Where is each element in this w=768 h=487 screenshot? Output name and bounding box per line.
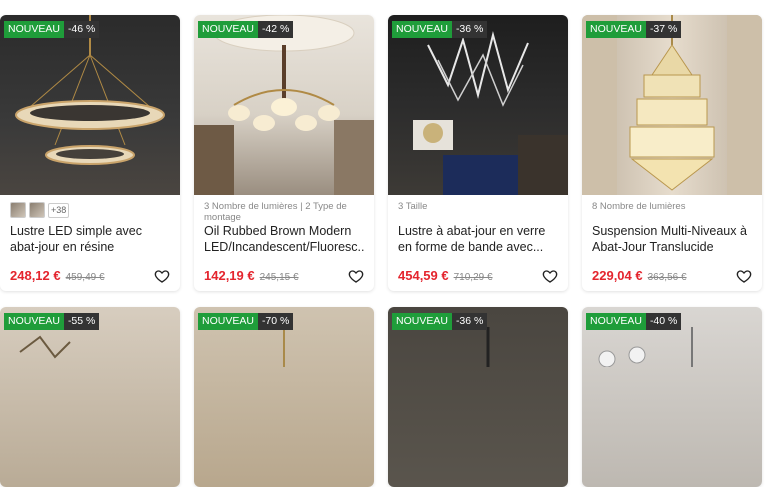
new-badge: NOUVEAU: [198, 21, 258, 38]
original-price: 710,29 €: [453, 272, 493, 283]
product-card[interactable]: NOUVEAU -55 %: [0, 307, 180, 487]
new-badge: NOUVEAU: [586, 313, 646, 330]
badge-group: NOUVEAU -40 %: [586, 313, 682, 330]
chandelier-illustration: [194, 15, 374, 195]
discount-badge: -42 %: [257, 21, 294, 38]
product-card[interactable]: NOUVEAU -40 %: [582, 307, 762, 487]
new-badge: NOUVEAU: [198, 313, 258, 330]
discount-badge: -55 %: [63, 313, 100, 330]
original-price: 245,15 €: [259, 272, 299, 283]
product-attributes: 8 Nombre de lumières: [592, 201, 686, 212]
variant-thumbnails: +38: [10, 201, 170, 219]
new-badge: NOUVEAU: [586, 21, 646, 38]
product-info: 8 Nombre de lumières Suspension Multi-Ni…: [582, 195, 762, 291]
discount-badge: -36 %: [451, 21, 488, 38]
heart-icon[interactable]: [154, 268, 170, 284]
discount-badge: -37 %: [645, 21, 682, 38]
product-info: 3 Taille Lustre à abat-jour en verre en …: [388, 195, 568, 291]
sale-price: 248,12 €: [10, 268, 61, 283]
variant-thumbnail[interactable]: [29, 202, 45, 218]
product-image[interactable]: NOUVEAU -55 %: [0, 307, 180, 487]
product-title[interactable]: Lustre LED simple avec abat-jour en rési…: [10, 223, 170, 255]
discount-badge: -36 %: [451, 313, 488, 330]
new-badge: NOUVEAU: [392, 21, 452, 38]
new-badge: NOUVEAU: [4, 21, 64, 38]
product-attributes: 3 Nombre de lumières | 2 Type de montage: [204, 201, 347, 223]
product-card[interactable]: NOUVEAU -42 % 3 Nombre de lumières | 2 T…: [194, 15, 374, 291]
price-row: 248,12 € 459,49 €: [10, 268, 170, 283]
new-badge: NOUVEAU: [392, 313, 452, 330]
more-variants[interactable]: +38: [48, 202, 70, 218]
discount-badge: -40 %: [645, 313, 682, 330]
original-price: 459,49 €: [65, 272, 105, 283]
chandelier-illustration: [582, 15, 762, 195]
new-badge: NOUVEAU: [4, 313, 64, 330]
price-row: 454,59 € 710,29 €: [398, 268, 558, 283]
product-image[interactable]: NOUVEAU -46 %: [0, 15, 180, 195]
badge-group: NOUVEAU -46 %: [4, 21, 100, 38]
product-image[interactable]: NOUVEAU -70 %: [194, 307, 374, 487]
product-attributes: 3 Taille: [398, 201, 428, 212]
sale-price: 454,59 €: [398, 268, 449, 283]
sale-price: 229,04 €: [592, 268, 643, 283]
discount-badge: -46 %: [63, 21, 100, 38]
discount-badge: -70 %: [257, 313, 294, 330]
product-card[interactable]: NOUVEAU -70 %: [194, 307, 374, 487]
product-title[interactable]: Suspension Multi-Niveaux à Abat-Jour Tra…: [592, 223, 752, 255]
heart-icon[interactable]: [348, 268, 364, 284]
product-card[interactable]: NOUVEAU -36 % 3 Taille Lustre à abat-jou…: [388, 15, 568, 291]
badge-group: NOUVEAU -36 %: [392, 313, 488, 330]
badge-group: NOUVEAU -55 %: [4, 313, 100, 330]
product-image[interactable]: NOUVEAU -36 %: [388, 15, 568, 195]
product-image[interactable]: NOUVEAU -42 %: [194, 15, 374, 195]
badge-group: NOUVEAU -70 %: [198, 313, 294, 330]
price-row: 142,19 € 245,15 €: [204, 268, 364, 283]
price-row: 229,04 € 363,56 €: [592, 268, 752, 283]
product-info: 3 Nombre de lumières | 2 Type de montage…: [194, 195, 374, 291]
product-card[interactable]: NOUVEAU -46 % +38 Lustre LED simple avec…: [0, 15, 180, 291]
product-title[interactable]: Lustre à abat-jour en verre en forme de …: [398, 223, 558, 255]
chandelier-illustration: [413, 31, 568, 195]
product-image[interactable]: NOUVEAU -36 %: [388, 307, 568, 487]
product-info: +38 Lustre LED simple avec abat-jour en …: [0, 195, 180, 291]
badge-group: NOUVEAU -36 %: [392, 21, 488, 38]
product-card[interactable]: NOUVEAU -37 % 8 Nombre de lumières Suspe…: [582, 15, 762, 291]
chandelier-illustration: [15, 15, 165, 165]
product-image[interactable]: NOUVEAU -40 %: [582, 307, 762, 487]
product-title[interactable]: Oil Rubbed Brown Modern LED/Incandescent…: [204, 223, 364, 255]
heart-icon[interactable]: [736, 268, 752, 284]
variant-thumbnail[interactable]: [10, 202, 26, 218]
badge-group: NOUVEAU -42 %: [198, 21, 294, 38]
heart-icon[interactable]: [542, 268, 558, 284]
product-card[interactable]: NOUVEAU -36 %: [388, 307, 568, 487]
badge-group: NOUVEAU -37 %: [586, 21, 682, 38]
product-image[interactable]: NOUVEAU -37 %: [582, 15, 762, 195]
sale-price: 142,19 €: [204, 268, 255, 283]
original-price: 363,56 €: [647, 272, 687, 283]
